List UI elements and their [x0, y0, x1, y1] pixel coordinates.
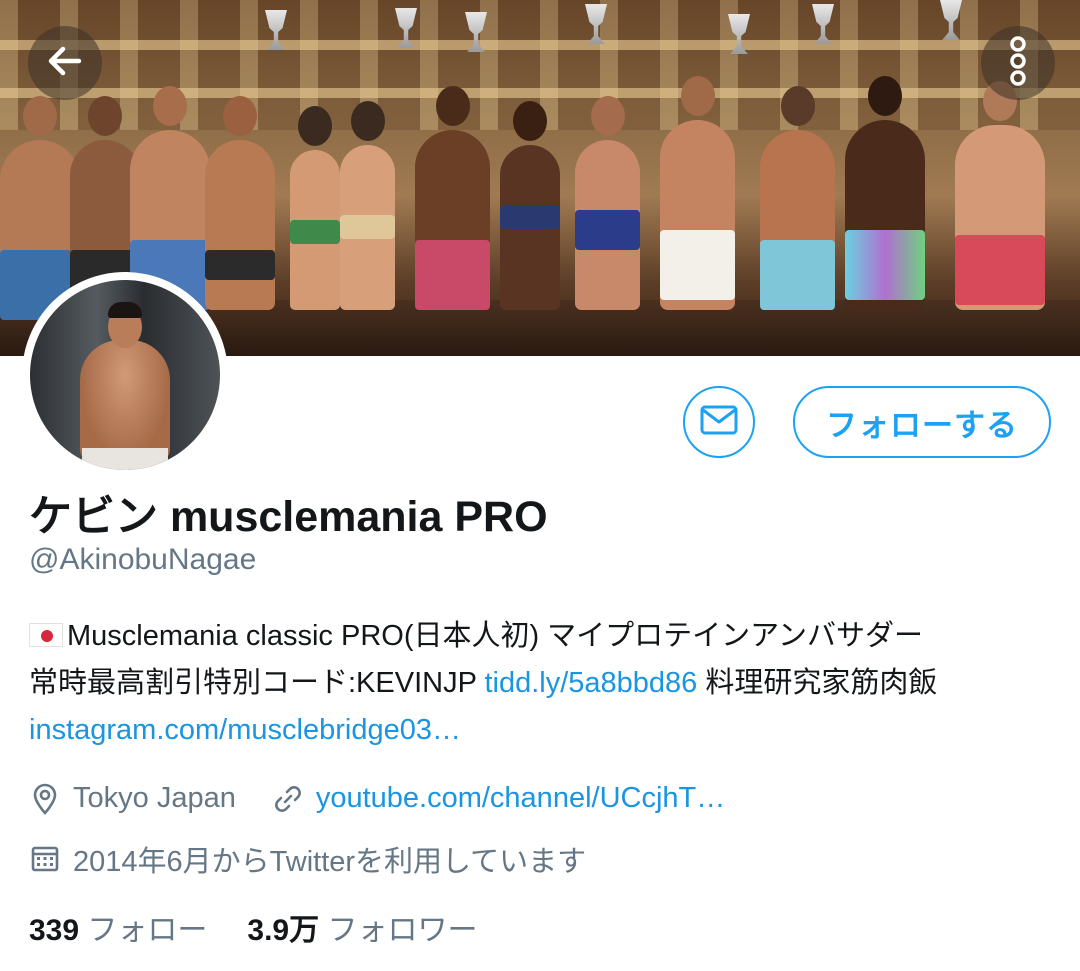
profile-avatar[interactable] [22, 272, 228, 478]
link-icon [272, 783, 304, 815]
message-button[interactable] [683, 386, 755, 458]
bio-text: Musclemania classic PRO(日本人初) マイプロテインアンバ… [67, 620, 924, 652]
profile-location: Tokyo Japan [73, 782, 236, 814]
banner-athlete [205, 96, 275, 310]
profile-website-link[interactable]: youtube.com/channel/UCcjhT… [316, 782, 725, 815]
banner-athlete [415, 86, 490, 310]
profile-bio: Musclemania classic PRO(日本人初) マイプロテインアンバ… [29, 613, 1059, 754]
user-handle: @AkinobuNagae [29, 543, 257, 576]
banner-athlete [760, 86, 835, 310]
bio-line: Musclemania classic PRO(日本人初) マイプロテインアンバ… [29, 613, 1059, 660]
followers-stat[interactable]: 3.9万 フォロワー [247, 914, 477, 947]
following-label: フォロー [87, 914, 208, 947]
banner-balcony-rail [0, 40, 1080, 50]
banner-athlete [290, 106, 340, 310]
bio-link-tidd[interactable]: tidd.ly/5a8bbd86 [484, 667, 697, 699]
followers-label: フォロワー [327, 914, 478, 947]
profile-joined-date: 2014年6月からTwitterを利用しています [73, 846, 587, 878]
banner-athlete [660, 76, 735, 310]
banner-athlete [340, 101, 395, 310]
bio-link-instagram[interactable]: instagram.com/musclebridge03… [29, 714, 461, 746]
display-name: ケビン musclemania PRO [29, 493, 548, 541]
follow-stats: 339 フォロー 3.9万 フォロワー [29, 905, 477, 949]
more-options-button[interactable] [981, 26, 1055, 100]
envelope-icon [700, 405, 738, 440]
japan-flag-icon [29, 623, 63, 647]
profile-meta-row: Tokyo Japan youtube.com/channel/UCcjhT… [29, 782, 725, 815]
following-count: 339 [29, 914, 80, 947]
bio-line: instagram.com/musclebridge03… [29, 707, 1059, 754]
followers-count: 3.9万 [247, 914, 320, 947]
bio-text: 料理研究家筋肉飯 [697, 667, 938, 699]
banner-athlete [500, 101, 560, 310]
profile-joined-row: 2014年6月からTwitterを利用しています [29, 838, 586, 880]
bio-line: 常時最高割引特別コード:KEVINJP tidd.ly/5a8bbd86 料理研… [29, 660, 1059, 707]
banner-athlete [955, 81, 1045, 310]
follow-button-label: フォローする [826, 407, 1018, 443]
calendar-icon [29, 843, 61, 875]
follow-button[interactable]: フォローする [793, 386, 1051, 458]
bio-text: 常時最高割引特別コード:KEVINJP [29, 667, 485, 699]
location-pin-icon [29, 783, 61, 815]
following-stat[interactable]: 339 フォロー [29, 914, 207, 947]
vertical-dots-icon [1008, 35, 1028, 91]
arrow-left-icon [43, 39, 87, 88]
banner-athlete [845, 76, 925, 310]
banner-athlete [575, 96, 640, 310]
avatar-photo [30, 280, 220, 470]
back-button[interactable] [28, 26, 102, 100]
banner-athlete [0, 96, 80, 320]
